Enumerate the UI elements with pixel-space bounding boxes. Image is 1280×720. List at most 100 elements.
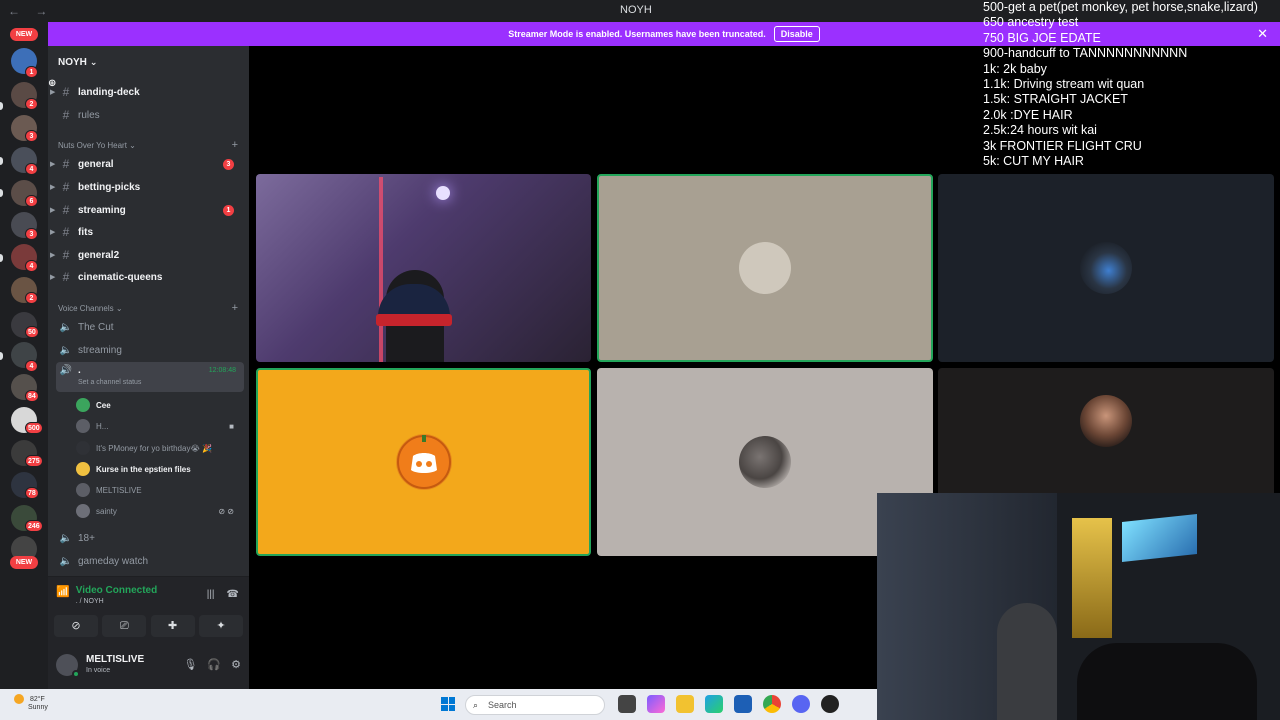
voice-channel-streaming[interactable]: 🔈 streaming	[56, 340, 244, 360]
disable-button[interactable]: Disable	[773, 26, 820, 42]
screen-share-button[interactable]: ⎚	[102, 615, 147, 637]
signal-icon[interactable]: 📶	[56, 585, 70, 598]
obs-icon[interactable]	[821, 695, 839, 713]
tv-screen	[1122, 514, 1197, 562]
caret-icon: ▶	[50, 89, 56, 96]
channel-label: rules	[78, 109, 100, 121]
hash-icon: #	[62, 85, 70, 99]
channel-landing-deck[interactable]: ▶ # landing-deck	[50, 82, 244, 102]
search-icon: ⌕	[473, 700, 479, 710]
caret-icon: ▶	[50, 207, 56, 214]
sun-icon	[14, 694, 24, 704]
hash-icon: #	[62, 180, 70, 194]
voice-user-name: sainty	[96, 506, 117, 516]
goal-line: 1k: 2k baby	[983, 61, 1047, 76]
channel-label: landing-deck	[78, 86, 140, 98]
doorway-light	[1072, 518, 1112, 638]
video-tile-speaking[interactable]	[256, 368, 591, 556]
edge-icon[interactable]	[705, 695, 723, 713]
channel-label: streaming	[78, 344, 122, 356]
channel-general2[interactable]: ▶ # general2	[50, 245, 244, 265]
channel-fits[interactable]: ▶ # fits	[50, 222, 244, 242]
disconnect-icon[interactable]: ☎	[227, 589, 239, 600]
avatar	[76, 441, 90, 455]
hash-icon: #	[62, 157, 70, 171]
windows-start-icon[interactable]	[441, 697, 455, 711]
channel-label: general	[78, 158, 114, 170]
speaker-icon: 🔊	[59, 365, 73, 376]
category-label: Nuts Over Yo Heart	[58, 141, 127, 150]
video-tile-avatar[interactable]	[597, 174, 933, 362]
stream-goals-overlay: 500-get a pet(pet monkey, pet horse,snak…	[983, 0, 1280, 169]
channel-status-prompt[interactable]: Set a channel status	[78, 379, 141, 386]
channel-label: 18+	[78, 532, 95, 544]
weather-condition: Sunny	[28, 704, 48, 711]
store-icon[interactable]	[734, 695, 752, 713]
goal-line: 5k: CUT MY HAIR	[983, 154, 1084, 169]
avatar	[76, 462, 90, 476]
category-header[interactable]: Nuts Over Yo Heart ⌄ +	[58, 139, 244, 151]
category-label: Voice Channels	[58, 304, 114, 313]
led-strip	[379, 177, 383, 362]
task-view-icon[interactable]	[618, 695, 636, 713]
speaker-icon: 🔈	[59, 344, 73, 356]
gear-icon[interactable]: ⚙	[231, 658, 241, 671]
microphone-icon[interactable]: 🎙	[183, 658, 197, 671]
channel-cinematic-queens[interactable]: ▶ # cinematic-queens	[50, 267, 244, 287]
noise-suppression-icon[interactable]: |||	[207, 589, 215, 600]
channel-general[interactable]: ▶ # general 3	[50, 154, 244, 174]
voice-user[interactable]: Cee	[76, 395, 244, 415]
headphones-icon[interactable]: 🎧	[207, 658, 221, 671]
add-channel-icon[interactable]: +	[232, 302, 238, 314]
voice-status-subtitle[interactable]: . / NOYH	[76, 598, 158, 605]
avatar	[739, 436, 791, 488]
voice-user[interactable]: H... ■	[76, 416, 244, 436]
video-tile-camera[interactable]	[256, 174, 591, 362]
new-pill[interactable]: NEW	[10, 28, 38, 41]
taskbar-search[interactable]: ⌕ Search	[465, 695, 605, 715]
chair	[997, 603, 1057, 720]
server-badge: 1	[25, 66, 38, 78]
channel-betting-picks[interactable]: ▶ # betting-picks	[50, 177, 244, 197]
voice-channel-the-cut[interactable]: 🔈 The Cut	[56, 317, 244, 337]
goal-line: 650 ancestry test	[983, 15, 1079, 30]
server-badge: 6	[25, 195, 38, 207]
banner-message: Streamer Mode is enabled. Usernames have…	[508, 29, 766, 39]
video-tile-avatar[interactable]	[938, 174, 1274, 362]
soundboard-button[interactable]: ✦	[198, 615, 243, 637]
goal-line: 2.0k :DYE HAIR	[983, 107, 1073, 122]
server-badge: 500	[25, 422, 43, 434]
channel-streaming[interactable]: ▶ # streaming 1	[50, 200, 244, 220]
unread-pip	[0, 254, 3, 262]
voice-status-title[interactable]: Video Connected	[76, 585, 158, 596]
category-header[interactable]: Voice Channels ⌄ +	[58, 302, 244, 314]
server-badge: 78	[25, 487, 39, 499]
server-badge: 50	[25, 326, 39, 338]
goal-line: 2.5k:24 hours wit kai	[983, 123, 1097, 138]
nav-arrows[interactable]: ← →	[8, 4, 53, 18]
add-channel-icon[interactable]: +	[232, 139, 238, 151]
discord-icon[interactable]	[792, 695, 810, 713]
voice-channel-active[interactable]: 🔊 . 12:08:48 Set a channel status	[56, 362, 244, 392]
unread-pip	[0, 157, 3, 165]
file-explorer-icon[interactable]	[676, 695, 694, 713]
voice-user[interactable]: Kurse in the epstien files	[76, 459, 244, 479]
new-pill-bottom[interactable]: NEW	[10, 556, 38, 569]
voice-user[interactable]: sainty ⊘ ⊘	[76, 501, 244, 521]
user-name[interactable]: MELTISLIVE	[86, 654, 144, 665]
voice-channel-18plus[interactable]: 🔈 18+	[56, 528, 244, 548]
user-status: In voice	[86, 667, 111, 674]
guild-header[interactable]: NOYH ⌄	[48, 46, 249, 78]
camera-off-button[interactable]: ⊘	[54, 615, 98, 637]
voice-user[interactable]: It's PMoney for yo birthday😭 🎉	[76, 438, 244, 458]
channel-label: gameday watch	[78, 555, 149, 567]
avatar	[76, 483, 90, 497]
voice-user[interactable]: MELTISLIVE	[76, 480, 244, 500]
activities-button[interactable]: ✚	[150, 615, 195, 637]
copilot-icon[interactable]	[647, 695, 665, 713]
channel-rules[interactable]: # rules	[56, 105, 244, 125]
chrome-icon[interactable]	[763, 695, 781, 713]
voice-channel-gameday-watch[interactable]: 🔈 gameday watch	[56, 551, 244, 571]
avatar	[76, 419, 90, 433]
weather-widget[interactable]: 82°F Sunny	[14, 694, 48, 711]
